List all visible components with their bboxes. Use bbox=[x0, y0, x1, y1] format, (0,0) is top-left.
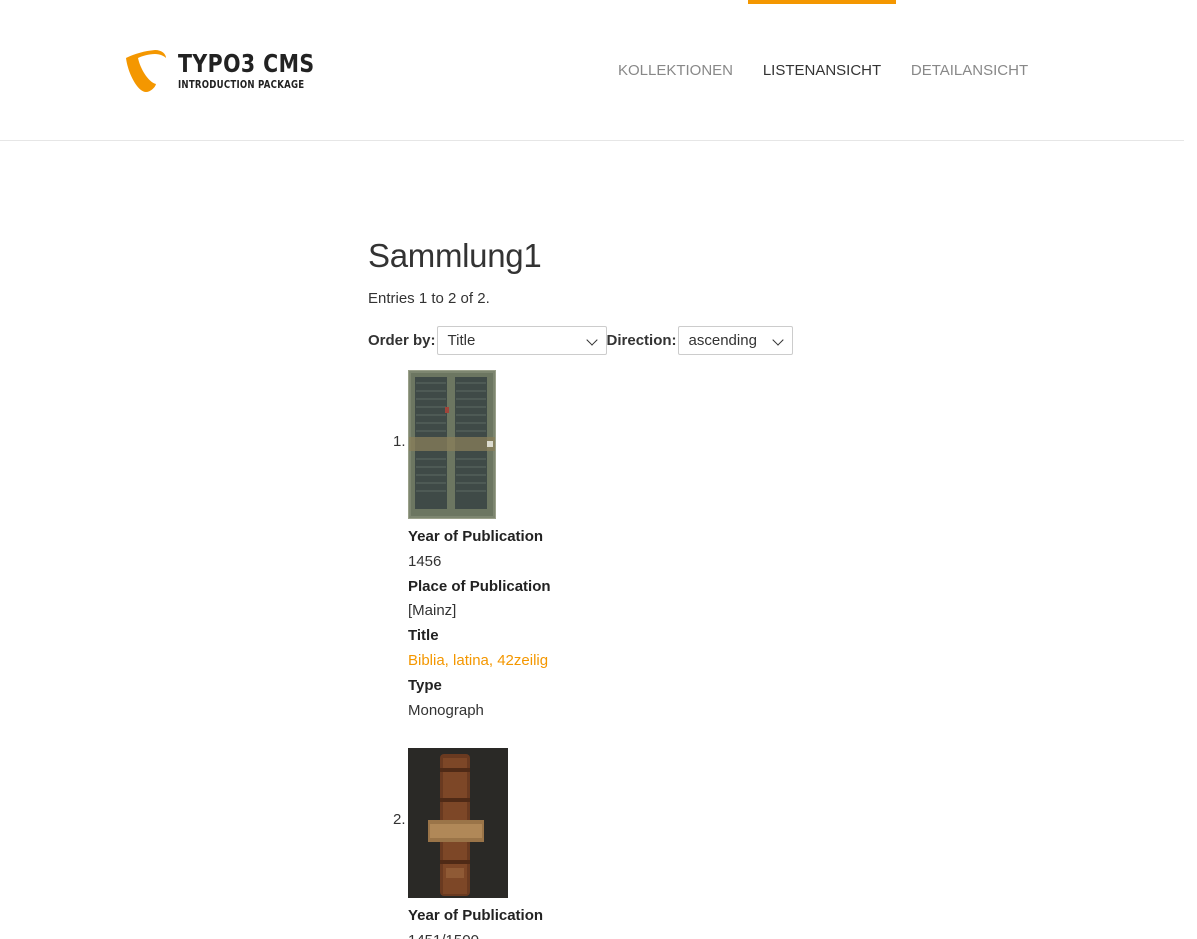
field-value: 1451/1500 bbox=[408, 929, 1068, 939]
direction-select[interactable]: ascending bbox=[677, 325, 793, 355]
result-item: 2. Year of Publication 1451/1500 bbox=[368, 748, 1068, 939]
order-by-value: Title bbox=[447, 331, 476, 349]
result-metadata: Year of Publication 1451/1500 bbox=[408, 904, 1068, 939]
direction-label: Direction: bbox=[606, 331, 677, 349]
chevron-down-icon bbox=[585, 333, 598, 346]
field-value: Biblia, latina, 42zeilig bbox=[408, 649, 1068, 674]
field-value: 1456 bbox=[408, 552, 442, 570]
typo3-logo-icon bbox=[126, 50, 166, 92]
field-value: Monograph bbox=[408, 701, 484, 719]
nav-item-kollektionen[interactable]: KOLLEKTIONEN bbox=[603, 0, 748, 141]
order-by-select[interactable]: Title bbox=[436, 325, 607, 355]
result-item: 1. Year of Publication 1456 Place of Pub… bbox=[368, 370, 1068, 723]
results-list: 1. Year of Publication 1456 Place of Pub… bbox=[368, 370, 1068, 939]
chevron-down-icon bbox=[771, 333, 784, 346]
title-link[interactable]: Biblia, latina, 42zeilig bbox=[408, 652, 548, 669]
logo-title: TYPO3 CMS bbox=[178, 48, 315, 78]
nav-item-detailansicht[interactable]: DETAILANSICHT bbox=[896, 0, 1043, 141]
result-number: 2. bbox=[393, 811, 406, 829]
sort-controls: Order by: Title Direction: ascending bbox=[368, 325, 1068, 355]
result-metadata: Year of Publication 1456 Place of Public… bbox=[408, 525, 1068, 723]
book-spine-image bbox=[408, 748, 508, 899]
manuscript-page-image bbox=[409, 371, 495, 518]
order-by-label: Order by: bbox=[368, 331, 436, 349]
logo-subtitle: INTRODUCTION PACKAGE bbox=[178, 77, 305, 91]
field-label: Type bbox=[408, 676, 442, 694]
field-label: Place of Publication bbox=[408, 577, 551, 595]
direction-value: ascending bbox=[688, 331, 757, 349]
field-label: Year of Publication bbox=[408, 907, 544, 925]
result-number: 1. bbox=[393, 433, 406, 450]
nav-item-listenansicht[interactable]: LISTENANSICHT bbox=[748, 0, 896, 141]
typo3-logo[interactable]: TYPO3 CMS INTRODUCTION PACKAGE bbox=[122, 46, 345, 94]
site-header: TYPO3 CMS INTRODUCTION PACKAGE KOLLEKTIO… bbox=[0, 0, 1184, 141]
page-title: Sammlung1 bbox=[368, 237, 542, 274]
field-value: [Mainz] bbox=[408, 602, 457, 620]
manuscript-thumbnail[interactable] bbox=[408, 370, 496, 519]
book-thumbnail[interactable] bbox=[408, 748, 508, 899]
entries-count: Entries 1 to 2 of 2. bbox=[368, 290, 490, 307]
main-content: Sammlung1 Entries 1 to 2 of 2. Order by:… bbox=[368, 230, 1068, 939]
field-label: Title bbox=[408, 627, 439, 645]
field-label: Year of Publication bbox=[408, 528, 544, 545]
